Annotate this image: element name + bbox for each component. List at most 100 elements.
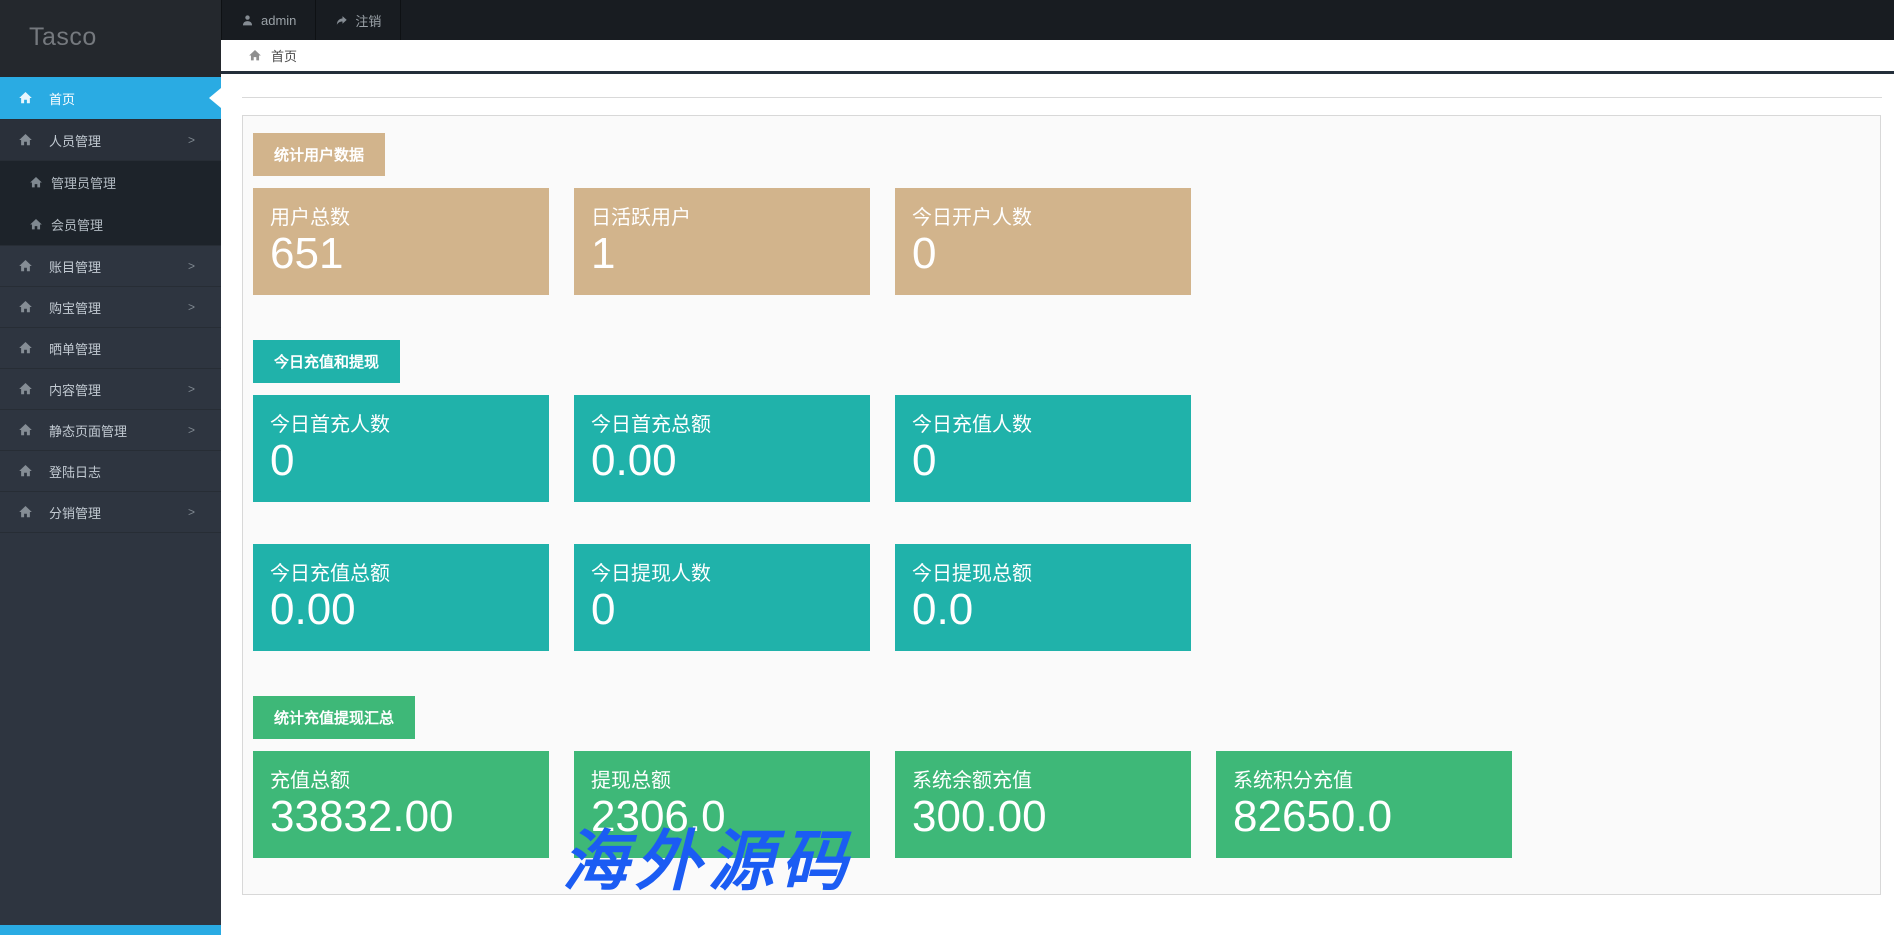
- breadcrumb: 首页: [221, 40, 1894, 74]
- stat-card-value: 82650.0: [1233, 792, 1393, 841]
- logout-label: 注销: [355, 13, 382, 29]
- stat-card-title: 系统积分充值: [1233, 770, 1353, 792]
- sidebar-item[interactable]: 账目管理 >: [0, 246, 221, 287]
- stat-cards-row: 今日首充人数 0 今日首充总额 0.00 今日充值人数 0: [253, 395, 1868, 502]
- stat-card-title: 今日首充总额: [591, 414, 711, 436]
- sidebar-item[interactable]: 首页: [0, 77, 221, 120]
- stat-card: 充值总额 33832.00: [253, 751, 549, 858]
- home-icon: [18, 259, 33, 273]
- chevron-right-icon: >: [187, 382, 195, 396]
- stat-card-value: 2306.0: [591, 792, 726, 841]
- stats-section: 统计用户数据 用户总数 651 日活跃用户 1 今日开户人数 0: [253, 133, 1868, 295]
- sidebar-item[interactable]: 登陆日志: [0, 451, 221, 492]
- sidebar-item[interactable]: 购宝管理 >: [0, 287, 221, 328]
- home-icon: [29, 176, 43, 189]
- stat-card-value: 0: [591, 585, 616, 634]
- logout-button[interactable]: 注销: [316, 0, 402, 40]
- stat-card-title: 日活跃用户: [591, 207, 691, 229]
- section-title-chip: 统计充值提现汇总: [253, 696, 416, 739]
- stat-card-title: 今日开户人数: [912, 207, 1032, 229]
- stat-card-title: 今日充值人数: [912, 414, 1032, 436]
- stat-card-value: 0.0: [912, 585, 974, 634]
- sidebar-item-label: 晒单管理: [49, 341, 102, 357]
- stat-card-title: 今日提现总额: [912, 563, 1032, 585]
- stat-cards-row: 用户总数 651 日活跃用户 1 今日开户人数 0: [253, 188, 1868, 295]
- stat-card-title: 提现总额: [591, 770, 671, 792]
- sidebar-item[interactable]: 分销管理 >: [0, 492, 221, 533]
- home-icon: [18, 300, 33, 314]
- main-content: 统计用户数据 用户总数 651 日活跃用户 1 今日开户人数 0 今日充值和提现…: [221, 74, 1894, 935]
- stat-card: 日活跃用户 1: [574, 188, 870, 295]
- sidebar-item-label: 人员管理: [49, 133, 102, 149]
- stat-card: 提现总额 2306.0: [574, 751, 870, 858]
- logout-icon: [335, 14, 348, 27]
- stat-cards-row: 充值总额 33832.00 提现总额 2306.0 系统余额充值 300.00 …: [253, 751, 1868, 858]
- home-icon: [18, 505, 33, 519]
- dashboard-panel: 统计用户数据 用户总数 651 日活跃用户 1 今日开户人数 0 今日充值和提现…: [242, 115, 1881, 895]
- sidebar-item-label: 分销管理: [49, 505, 102, 521]
- home-icon: [248, 49, 262, 62]
- stats-section: 统计充值提现汇总 充值总额 33832.00 提现总额 2306.0 系统余额充…: [253, 696, 1868, 858]
- section-title-chip: 今日充值和提现: [253, 340, 401, 383]
- home-icon: [18, 382, 33, 396]
- stat-card-title: 今日首充人数: [270, 414, 390, 436]
- sidebar-submenu: 管理员管理 会员管理: [0, 161, 221, 246]
- stat-card-value: 300.00: [912, 792, 1047, 841]
- stat-card: 今日开户人数 0: [895, 188, 1191, 295]
- stat-card-value: 0.00: [270, 585, 356, 634]
- home-icon: [29, 218, 43, 231]
- sidebar-item[interactable]: 晒单管理: [0, 328, 221, 369]
- sidebar: Tasco 首页 人员管理 > 管理员管理 会员管理 账目管理 > 购宝管理 >…: [0, 0, 221, 935]
- user-name: admin: [261, 12, 297, 28]
- stat-card: 今日提现人数 0: [574, 544, 870, 651]
- stat-card: 今日充值人数 0: [895, 395, 1191, 502]
- chevron-right-icon: >: [187, 259, 195, 273]
- sidebar-bottom-highlight: [0, 925, 221, 935]
- active-item-notch: [209, 88, 221, 108]
- sidebar-item[interactable]: 静态页面管理 >: [0, 410, 221, 451]
- sidebar-nav: 首页 人员管理 > 管理员管理 会员管理 账目管理 > 购宝管理 > 晒单管理 …: [0, 77, 221, 533]
- stat-card-title: 今日充值总额: [270, 563, 390, 585]
- sidebar-subitem[interactable]: 会员管理: [0, 203, 221, 245]
- user-menu[interactable]: admin: [221, 0, 317, 40]
- chevron-right-icon: >: [187, 505, 195, 519]
- sidebar-item[interactable]: 人员管理 >: [0, 120, 221, 161]
- stat-card-value: 0: [270, 436, 295, 485]
- sidebar-subitem-label: 管理员管理: [51, 175, 117, 191]
- sidebar-subitem[interactable]: 管理员管理: [0, 161, 221, 203]
- stat-card-title: 充值总额: [270, 770, 350, 792]
- sidebar-item-label: 购宝管理: [49, 300, 102, 316]
- stat-card-value: 0: [912, 229, 937, 278]
- home-icon: [18, 423, 33, 437]
- stats-section: 今日充值和提现 今日首充人数 0 今日首充总额 0.00 今日充值人数 0 今日…: [253, 340, 1868, 651]
- stat-card-value: 1: [591, 229, 616, 278]
- stat-card: 系统积分充值 82650.0: [1216, 751, 1512, 858]
- home-icon: [18, 133, 33, 147]
- sidebar-item[interactable]: 内容管理 >: [0, 369, 221, 410]
- stat-card-value: 0.00: [591, 436, 677, 485]
- chevron-right-icon: >: [187, 423, 195, 437]
- home-icon: [18, 91, 33, 105]
- stat-card-value: 33832.00: [270, 792, 454, 841]
- chevron-right-icon: >: [187, 300, 195, 314]
- stat-card-value: 651: [270, 229, 344, 278]
- sidebar-item-label: 静态页面管理: [49, 423, 128, 439]
- sidebar-item-label: 内容管理: [49, 382, 102, 398]
- stat-card: 今日首充人数 0: [253, 395, 549, 502]
- stat-card-title: 用户总数: [270, 207, 350, 229]
- sidebar-item-label: 首页: [49, 91, 76, 107]
- sidebar-item-label: 账目管理: [49, 259, 102, 275]
- home-icon: [18, 464, 33, 478]
- divider: [242, 97, 1882, 98]
- breadcrumb-current[interactable]: 首页: [271, 46, 297, 65]
- stat-card-value: 0: [912, 436, 937, 485]
- chevron-right-icon: >: [187, 133, 195, 147]
- stat-card-title: 今日提现人数: [591, 563, 711, 585]
- stat-card-title: 系统余额充值: [912, 770, 1032, 792]
- topbar: admin 注销: [221, 0, 1894, 40]
- stat-card: 今日提现总额 0.0: [895, 544, 1191, 651]
- stat-card: 用户总数 651: [253, 188, 549, 295]
- stat-card: 系统余额充值 300.00: [895, 751, 1191, 858]
- app-logo: Tasco: [0, 0, 221, 77]
- stat-card: 今日充值总额 0.00: [253, 544, 549, 651]
